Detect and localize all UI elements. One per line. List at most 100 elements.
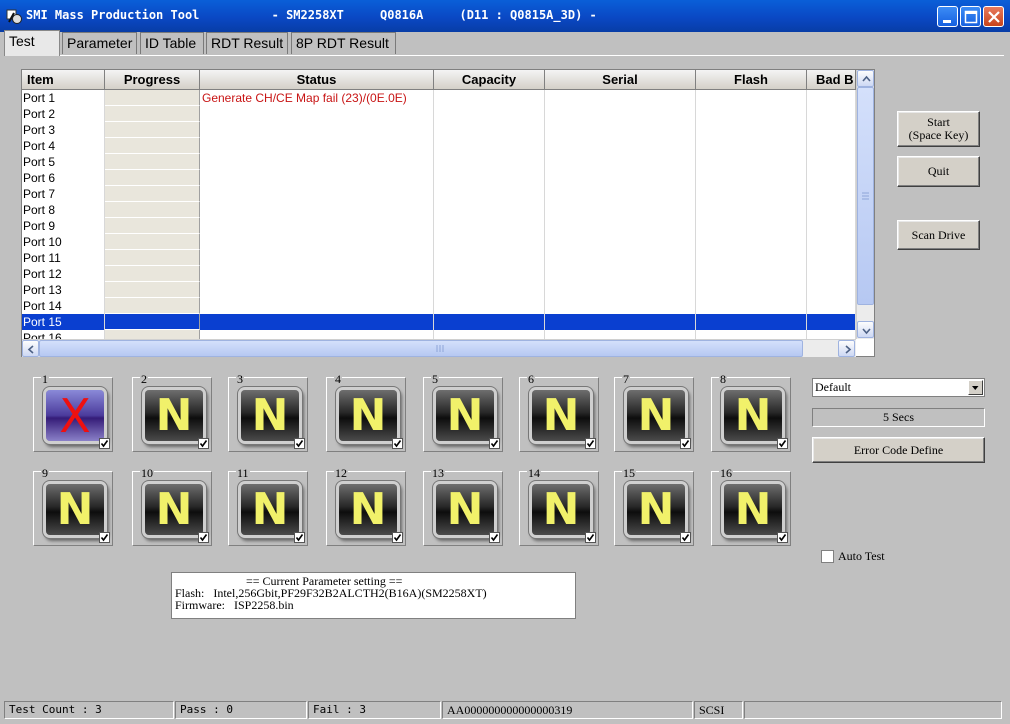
table-row[interactable]: Port 3	[22, 122, 856, 138]
scroll-up-button[interactable]	[857, 70, 874, 87]
port-tile[interactable]: 2N	[132, 373, 212, 452]
row-item: Port 15	[22, 314, 105, 330]
port-state-letter: N	[251, 483, 289, 535]
port-tile[interactable]: 8N	[711, 373, 791, 452]
table-row[interactable]: Port 6	[22, 170, 856, 186]
minimize-button[interactable]	[937, 6, 958, 27]
port-enable-checkbox[interactable]	[198, 532, 209, 543]
row-status	[200, 106, 434, 122]
column-progress[interactable]: Progress	[105, 70, 200, 90]
tab-test[interactable]: Test	[4, 30, 60, 56]
minimize-icon	[943, 20, 951, 23]
port-number: 11	[236, 466, 250, 480]
column-flash[interactable]: Flash	[696, 70, 807, 90]
port-tile[interactable]: 14 N	[519, 467, 599, 546]
tab-parameter[interactable]: Parameter	[62, 32, 137, 54]
port-enable-checkbox[interactable]	[99, 438, 110, 449]
table-row[interactable]: Port 11	[22, 250, 856, 266]
row-bad-block	[807, 266, 856, 282]
row-flash	[696, 138, 807, 154]
port-enable-checkbox[interactable]	[489, 438, 500, 449]
horizontal-scrollbar[interactable]	[22, 339, 856, 357]
quit-button[interactable]: Quit	[897, 156, 980, 187]
preset-dropdown[interactable]: Default	[812, 378, 985, 397]
port-enable-checkbox[interactable]	[294, 438, 305, 449]
table-row[interactable]: Port 4	[22, 138, 856, 154]
row-progress	[105, 330, 200, 339]
port-enable-checkbox[interactable]	[294, 532, 305, 543]
port-enable-checkbox[interactable]	[585, 532, 596, 543]
row-bad-block	[807, 202, 856, 218]
port-enable-checkbox[interactable]	[392, 532, 403, 543]
port-enable-checkbox[interactable]	[392, 438, 403, 449]
vertical-scrollbar[interactable]	[856, 70, 874, 339]
scan-drive-button[interactable]: Scan Drive	[897, 220, 980, 250]
column-item[interactable]: Item	[22, 70, 105, 90]
scroll-down-button[interactable]	[857, 321, 874, 338]
table-row[interactable]: Port 9	[22, 218, 856, 234]
port-status-monitor-icon: N	[145, 390, 203, 441]
row-serial	[545, 218, 696, 234]
port-state-letter: N	[446, 389, 484, 441]
scroll-left-button[interactable]	[22, 340, 39, 357]
column-status[interactable]: Status	[200, 70, 434, 90]
column-capacity[interactable]: Capacity	[434, 70, 545, 90]
port-number: 2	[140, 372, 148, 386]
table-row[interactable]: Port 7	[22, 186, 856, 202]
port-state-letter: N	[734, 483, 772, 535]
table-row[interactable]: Port 2	[22, 106, 856, 122]
port-enable-checkbox[interactable]	[777, 532, 788, 543]
maximize-button[interactable]	[960, 6, 981, 27]
port-tile[interactable]: 16 N	[711, 467, 791, 546]
table-row[interactable]: Port 8	[22, 202, 856, 218]
timer-display: 5 Secs	[812, 408, 985, 427]
tab-8p-rdt-result[interactable]: 8P RDT Result	[291, 32, 396, 54]
port-enable-checkbox[interactable]	[680, 438, 691, 449]
row-bad-block	[807, 138, 856, 154]
port-enable-checkbox[interactable]	[680, 532, 691, 543]
close-button[interactable]	[983, 6, 1004, 27]
port-tile[interactable]: 3N	[228, 373, 308, 452]
table-row[interactable]: Port 1 Generate CH/CE Map fail (23)/(0E.0…	[22, 90, 856, 106]
row-capacity	[434, 282, 545, 298]
vertical-scroll-thumb[interactable]	[857, 87, 874, 305]
row-bad-block	[807, 106, 856, 122]
port-tile[interactable]: 13 N	[423, 467, 503, 546]
row-capacity	[434, 90, 545, 106]
auto-test-checkbox[interactable]	[821, 550, 834, 563]
title-bar[interactable]: SMI Mass Production Tool - SM2258XT Q081…	[0, 0, 1010, 32]
scroll-right-button[interactable]	[838, 340, 855, 357]
port-tile[interactable]: 15 N	[614, 467, 694, 546]
tab-rdt-result[interactable]: RDT Result	[206, 32, 288, 54]
table-row[interactable]: Port 14	[22, 298, 856, 314]
tab-id-table[interactable]: ID Table	[140, 32, 204, 54]
port-tile[interactable]: 5N	[423, 373, 503, 452]
table-row[interactable]: Port 15	[22, 314, 856, 330]
port-tile[interactable]: 10 N	[132, 467, 212, 546]
error-code-define-button[interactable]: Error Code Define	[812, 437, 985, 463]
port-enable-checkbox[interactable]	[99, 532, 110, 543]
port-tile[interactable]: 12 N	[326, 467, 406, 546]
port-status-list[interactable]: Item Progress Status Capacity Serial Fla…	[21, 69, 875, 357]
table-row[interactable]: Port 12	[22, 266, 856, 282]
port-tile[interactable]: 9N	[33, 467, 113, 546]
port-tile[interactable]: 6N	[519, 373, 599, 452]
port-tile[interactable]: 4N	[326, 373, 406, 452]
port-enable-checkbox[interactable]	[489, 532, 500, 543]
checkmark-icon	[100, 534, 109, 542]
port-tile[interactable]: 7N	[614, 373, 694, 452]
start-button[interactable]: Start (Space Key)	[897, 111, 980, 147]
table-row[interactable]: Port 13	[22, 282, 856, 298]
table-row[interactable]: Port 5	[22, 154, 856, 170]
table-row[interactable]: Port 16	[22, 330, 856, 339]
column-bad-block[interactable]: Bad B	[807, 70, 856, 90]
port-tile[interactable]: 1X	[33, 373, 113, 452]
port-enable-checkbox[interactable]	[585, 438, 596, 449]
dropdown-arrow-button[interactable]	[968, 380, 983, 395]
column-serial[interactable]: Serial	[545, 70, 696, 90]
port-enable-checkbox[interactable]	[198, 438, 209, 449]
port-tile[interactable]: 11 N	[228, 467, 308, 546]
table-row[interactable]: Port 10	[22, 234, 856, 250]
port-enable-checkbox[interactable]	[777, 438, 788, 449]
horizontal-scroll-thumb[interactable]	[39, 340, 803, 357]
